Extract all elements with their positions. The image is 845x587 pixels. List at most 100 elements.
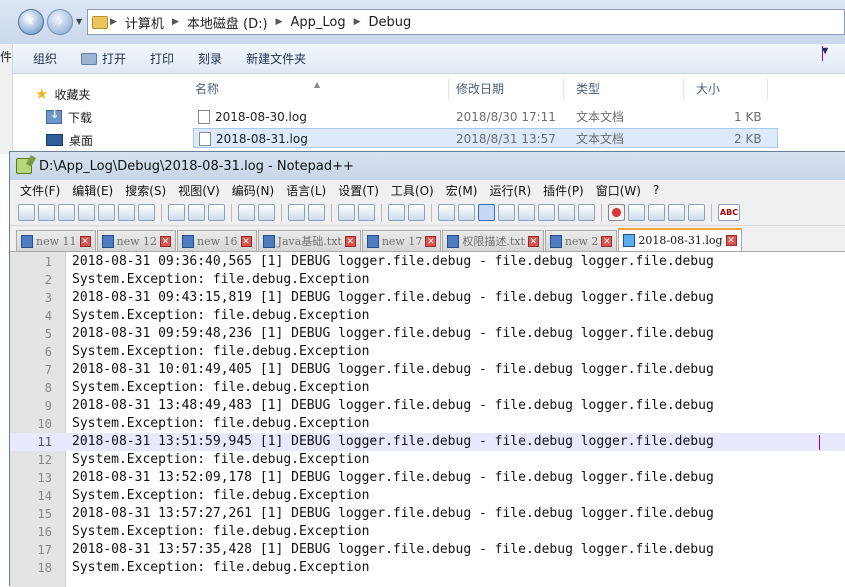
text-line[interactable]: 6 System.Exception: file.debug.Exception — [10, 343, 845, 361]
print-button[interactable]: 打印 — [138, 50, 186, 67]
copy-icon[interactable] — [188, 204, 205, 221]
breadcrumb-drive-d[interactable]: 本地磁盘 (D:) — [181, 13, 274, 32]
replace-icon[interactable] — [308, 204, 325, 221]
file-row-selected[interactable]: 2018-08-31.log 2018/8/31 13:57 文本文档 2 KB — [193, 128, 778, 148]
tab-new-11[interactable]: new 11 ✕ — [16, 230, 96, 251]
show-all-chars-icon[interactable] — [458, 204, 475, 221]
menu-file[interactable]: 文件(F) — [14, 182, 66, 199]
tab-new-12[interactable]: new 12 ✕ — [96, 230, 177, 251]
close-file-icon[interactable] — [98, 204, 115, 221]
function-list-icon[interactable] — [538, 204, 555, 221]
text-line[interactable]: 13 2018-08-31 13:52:09,178 [1] DEBUG logg… — [10, 469, 845, 487]
text-line[interactable]: 16 System.Exception: file.debug.Exception — [10, 523, 845, 541]
document-map-icon[interactable] — [518, 204, 535, 221]
menu-search[interactable]: 搜索(S) — [119, 182, 172, 199]
indent-guide-icon[interactable] — [478, 204, 495, 221]
close-icon[interactable]: ✕ — [344, 235, 356, 247]
play-macro-icon[interactable] — [648, 204, 665, 221]
chevron-right-icon[interactable]: ▶ — [274, 17, 285, 27]
close-icon[interactable]: ✕ — [160, 235, 172, 247]
tab-java-basics[interactable]: Java基础.txt ✕ — [257, 230, 361, 251]
back-button[interactable]: ‹ — [18, 9, 44, 35]
stop-macro-icon[interactable] — [628, 204, 645, 221]
find-icon[interactable] — [288, 204, 305, 221]
menu-plugins[interactable]: 插件(P) — [537, 182, 590, 199]
zoom-out-icon[interactable] — [358, 204, 375, 221]
new-folder-button[interactable]: 新建文件夹 — [234, 50, 318, 67]
folder-workspace-icon[interactable] — [558, 204, 575, 221]
chevron-right-icon[interactable]: ▶ — [352, 17, 363, 27]
undo-icon[interactable] — [238, 204, 255, 221]
menu-language[interactable]: 语言(L) — [280, 182, 332, 199]
text-line[interactable]: 14 System.Exception: file.debug.Exception — [10, 487, 845, 505]
monitoring-eye-icon[interactable] — [578, 204, 595, 221]
menu-view[interactable]: 视图(V) — [172, 182, 226, 199]
column-header-size[interactable]: 大小 — [684, 78, 768, 100]
column-header-type[interactable]: 类型 — [564, 78, 684, 100]
menu-settings[interactable]: 设置(T) — [332, 182, 385, 199]
text-line[interactable]: 15 2018-08-31 13:57:27,261 [1] DEBUG logg… — [10, 505, 845, 523]
zoom-in-icon[interactable] — [338, 204, 355, 221]
tab-new-16[interactable]: new 16 ✕ — [177, 230, 257, 251]
open-file-icon[interactable] — [38, 204, 55, 221]
text-line[interactable]: 7 2018-08-31 10:01:49,405 [1] DEBUG logge… — [10, 361, 845, 379]
close-icon[interactable]: ✕ — [79, 235, 91, 247]
chevron-right-icon[interactable]: ▶ — [170, 17, 181, 27]
text-line[interactable]: 5 2018-08-31 09:59:48,236 [1] DEBUG logge… — [10, 325, 845, 343]
close-icon[interactable]: ✕ — [527, 235, 539, 247]
address-bar[interactable]: ▶ 计算机 ▶ 本地磁盘 (D:) ▶ App_Log ▶ Debug — [87, 9, 845, 35]
close-icon[interactable]: ✕ — [601, 235, 613, 247]
breadcrumb-app-log[interactable]: App_Log — [284, 15, 351, 30]
forward-button[interactable]: › — [47, 9, 73, 35]
redo-icon[interactable] — [258, 204, 275, 221]
menu-window[interactable]: 窗口(W) — [590, 182, 647, 199]
file-row[interactable]: 2018-08-30.log 2018/8/30 17:11 文本文档 1 KB — [193, 107, 778, 127]
breadcrumb-computer[interactable]: 计算机 — [119, 13, 170, 32]
text-line[interactable]: 10 System.Exception: file.debug.Exception — [10, 415, 845, 433]
current-line[interactable]: 11 2018-08-31 13:51:59,945 [1] DEBUG logg… — [10, 433, 845, 451]
open-button[interactable]: 打开 ▼ — [69, 46, 828, 67]
menu-run[interactable]: 运行(R) — [483, 182, 537, 199]
save-macro-icon[interactable] — [688, 204, 705, 221]
npp-titlebar[interactable]: D:\App_Log\Debug\2018-08-31.log - Notepa… — [10, 152, 845, 180]
text-line[interactable]: 8 System.Exception: file.debug.Exception — [10, 379, 845, 397]
text-line[interactable]: 18 System.Exception: file.debug.Exception — [10, 559, 845, 577]
menu-encoding[interactable]: 编码(N) — [226, 182, 280, 199]
close-icon[interactable]: ✕ — [725, 235, 737, 246]
menu-tools[interactable]: 工具(O) — [385, 182, 440, 199]
close-icon[interactable]: ✕ — [240, 235, 252, 247]
paste-icon[interactable] — [208, 204, 225, 221]
nav-desktop[interactable]: 桌面 — [46, 130, 93, 150]
text-line[interactable]: 12 System.Exception: file.debug.Exception — [10, 451, 845, 469]
history-dropdown-icon[interactable]: ▼ — [76, 17, 82, 26]
breadcrumb-debug[interactable]: Debug — [363, 15, 418, 30]
close-icon[interactable]: ✕ — [425, 235, 437, 247]
word-wrap-icon[interactable] — [438, 204, 455, 221]
editor-area[interactable]: 1 2018-08-31 09:36:40,565 [1] DEBUG logge… — [10, 252, 845, 587]
sync-vertical-icon[interactable] — [388, 204, 405, 221]
cut-icon[interactable] — [168, 204, 185, 221]
print-icon[interactable] — [138, 204, 155, 221]
tab-log-active[interactable]: 2018-08-31.log ✕ — [618, 228, 742, 251]
record-macro-icon[interactable] — [608, 204, 625, 221]
spell-check-icon[interactable]: ABC — [718, 204, 740, 221]
nav-favorites[interactable]: ★ 收藏夹 — [35, 84, 90, 104]
text-line[interactable]: 3 2018-08-31 09:43:15,819 [1] DEBUG logge… — [10, 289, 845, 307]
text-line[interactable]: 9 2018-08-31 13:48:49,483 [1] DEBUG logge… — [10, 397, 845, 415]
save-all-icon[interactable] — [78, 204, 95, 221]
menu-help[interactable]: ? — [647, 183, 665, 197]
nav-downloads[interactable]: 下载 — [46, 107, 92, 127]
new-file-icon[interactable] — [18, 204, 35, 221]
udl-icon[interactable] — [498, 204, 515, 221]
column-header-name[interactable]: ▲ 名称 — [183, 78, 449, 100]
sync-horizontal-icon[interactable] — [408, 204, 425, 221]
menu-edit[interactable]: 编辑(E) — [66, 182, 119, 199]
chevron-right-icon[interactable]: ▶ — [108, 17, 119, 27]
text-line[interactable]: 17 2018-08-31 13:57:35,428 [1] DEBUG logg… — [10, 541, 845, 559]
text-line[interactable]: 1 2018-08-31 09:36:40,565 [1] DEBUG logge… — [10, 253, 845, 271]
menu-macro[interactable]: 宏(M) — [440, 182, 484, 199]
run-macro-multiple-icon[interactable] — [668, 204, 685, 221]
burn-button[interactable]: 刻录 — [186, 50, 234, 67]
tab-new-2[interactable]: new 2 ✕ — [544, 230, 618, 251]
organize-button[interactable]: 组织 ▼ — [13, 46, 828, 67]
